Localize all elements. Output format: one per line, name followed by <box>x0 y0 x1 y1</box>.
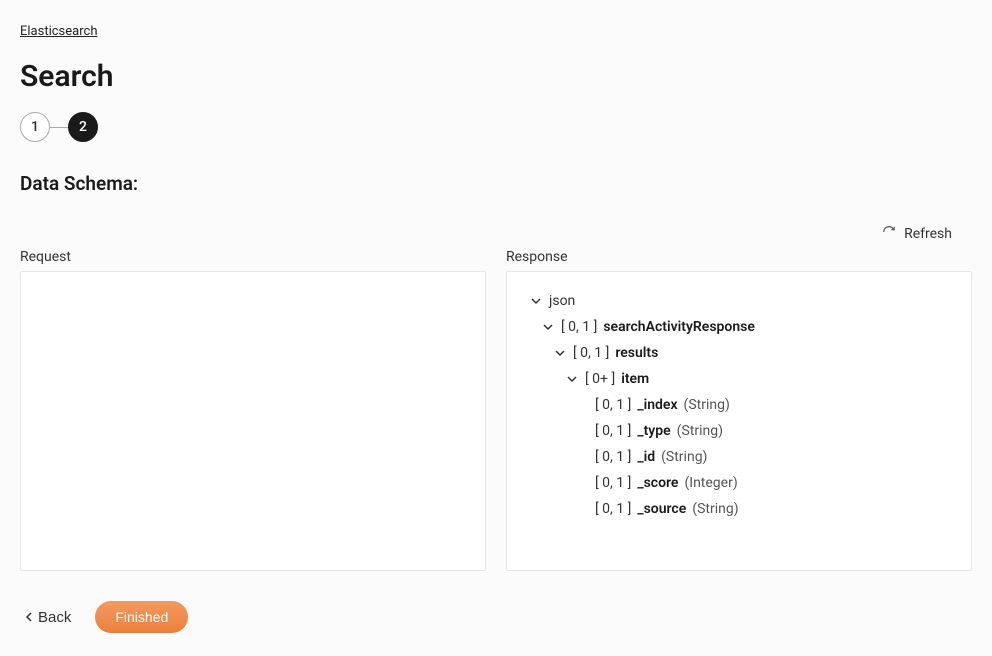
tree-cardinality: [ 0, 1 ] <box>595 498 631 520</box>
tree-type: (String) <box>692 498 738 520</box>
tree-key: _source <box>637 498 686 520</box>
tree-key: searchActivityResponse <box>603 316 755 338</box>
tree-key: _score <box>637 472 678 494</box>
tree-cardinality: [ 0+ ] <box>585 368 615 390</box>
tree-type: (String) <box>677 420 723 442</box>
wizard-stepper: 1 2 <box>20 112 972 142</box>
breadcrumb-elasticsearch[interactable]: Elasticsearch <box>20 24 97 39</box>
chevron-left-icon <box>24 609 34 626</box>
refresh-button[interactable]: Refresh <box>882 225 952 243</box>
tree-key: json <box>549 290 575 312</box>
tree-cardinality: [ 0, 1 ] <box>595 420 631 442</box>
tree-node-json[interactable]: json <box>517 288 961 314</box>
tree-leaf-type[interactable]: [ 0, 1 ] _type (String) <box>517 418 961 444</box>
tree-cardinality: [ 0, 1 ] <box>595 446 631 468</box>
back-label: Back <box>38 609 71 626</box>
tree-key: results <box>615 342 658 364</box>
tree-leaf-index[interactable]: [ 0, 1 ] _index (String) <box>517 392 961 418</box>
refresh-icon <box>882 225 896 243</box>
tree-leaf-score[interactable]: [ 0, 1 ] _score (Integer) <box>517 470 961 496</box>
response-panel[interactable]: json [ 0, 1 ] searchActivityResponse [ 0… <box>506 271 972 571</box>
chevron-down-icon[interactable] <box>565 374 579 384</box>
tree-cardinality: [ 0, 1 ] <box>573 342 609 364</box>
tree-key: item <box>621 368 649 390</box>
tree-key: _index <box>637 394 677 416</box>
response-panel-label: Response <box>506 249 972 265</box>
tree-key: _id <box>637 446 655 468</box>
request-panel[interactable] <box>20 271 486 571</box>
chevron-down-icon[interactable] <box>553 348 567 358</box>
tree-node-searchactivityresponse[interactable]: [ 0, 1 ] searchActivityResponse <box>517 314 961 340</box>
tree-type: (Integer) <box>684 472 737 494</box>
section-title: Data Schema: <box>20 172 972 195</box>
step-2[interactable]: 2 <box>68 112 98 142</box>
tree-type: (String) <box>661 446 707 468</box>
back-button[interactable]: Back <box>20 603 75 632</box>
tree-key: _type <box>637 420 670 442</box>
request-panel-label: Request <box>20 249 486 265</box>
finished-button[interactable]: Finished <box>95 601 188 633</box>
step-connector <box>50 127 68 128</box>
chevron-down-icon[interactable] <box>529 296 543 306</box>
tree-leaf-id[interactable]: [ 0, 1 ] _id (String) <box>517 444 961 470</box>
tree-cardinality: [ 0, 1 ] <box>561 316 597 338</box>
tree-cardinality: [ 0, 1 ] <box>595 394 631 416</box>
step-1[interactable]: 1 <box>20 112 50 142</box>
tree-type: (String) <box>684 394 730 416</box>
tree-cardinality: [ 0, 1 ] <box>595 472 631 494</box>
tree-node-item[interactable]: [ 0+ ] item <box>517 366 961 392</box>
page-title: Search <box>20 59 972 94</box>
refresh-label: Refresh <box>904 226 952 242</box>
tree-leaf-source[interactable]: [ 0, 1 ] _source (String) <box>517 496 961 522</box>
chevron-down-icon[interactable] <box>541 322 555 332</box>
tree-node-results[interactable]: [ 0, 1 ] results <box>517 340 961 366</box>
